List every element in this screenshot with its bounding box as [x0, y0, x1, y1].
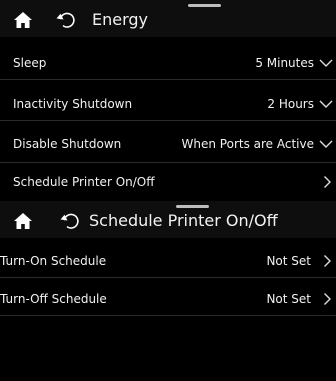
chevron-right-icon	[324, 254, 331, 267]
back-arrow-icon	[56, 12, 75, 28]
item-label: Disable Shutdown	[13, 136, 122, 151]
list-item-sleep[interactable]: Sleep 5 Minutes	[0, 46, 336, 80]
drag-handle[interactable]	[176, 205, 209, 208]
page-title: Energy	[92, 10, 149, 29]
item-label: Inactivity Shutdown	[13, 96, 133, 111]
list-item-turn-off-schedule[interactable]: Turn-Off Schedule Not Set	[0, 283, 336, 316]
item-label: Schedule Printer On/Off	[13, 175, 155, 189]
home-button[interactable]	[13, 212, 33, 230]
chevron-down-icon	[319, 100, 333, 108]
item-value: 2 Hours	[267, 96, 314, 111]
drag-handle[interactable]	[188, 4, 221, 7]
energy-header: Energy	[0, 0, 336, 37]
list-item-disable-shutdown[interactable]: Disable Shutdown When Ports are Active	[0, 125, 336, 163]
list-item-inactivity-shutdown[interactable]: Inactivity Shutdown 2 Hours	[0, 87, 336, 121]
item-label: Turn-On Schedule	[0, 253, 107, 268]
home-icon	[14, 213, 32, 229]
item-label: Sleep	[13, 55, 47, 70]
home-button[interactable]	[13, 11, 33, 29]
item-value: Not Set	[266, 292, 311, 306]
page-title: Schedule Printer On/Off	[89, 211, 278, 230]
home-icon	[14, 12, 32, 28]
back-button[interactable]	[55, 10, 77, 30]
chevron-right-icon	[324, 293, 331, 305]
chevron-right-icon	[324, 176, 331, 188]
chevron-down-icon	[319, 59, 333, 67]
back-button[interactable]	[59, 211, 81, 231]
schedule-screen: Schedule Printer On/Off Turn-On Schedule…	[0, 200, 336, 381]
item-label: Turn-Off Schedule	[0, 292, 107, 306]
item-value: When Ports are Active	[181, 136, 314, 151]
item-value: 5 Minutes	[255, 55, 314, 70]
back-arrow-icon	[60, 213, 79, 229]
energy-screen: Energy Sleep 5 Minutes Inactivity Shutdo…	[0, 0, 336, 200]
list-item-schedule-printer[interactable]: Schedule Printer On/Off	[0, 165, 336, 199]
schedule-header: Schedule Printer On/Off	[0, 201, 336, 238]
chevron-down-icon	[319, 140, 333, 148]
item-value: Not Set	[266, 253, 311, 268]
list-item-turn-on-schedule[interactable]: Turn-On Schedule Not Set	[0, 244, 336, 278]
